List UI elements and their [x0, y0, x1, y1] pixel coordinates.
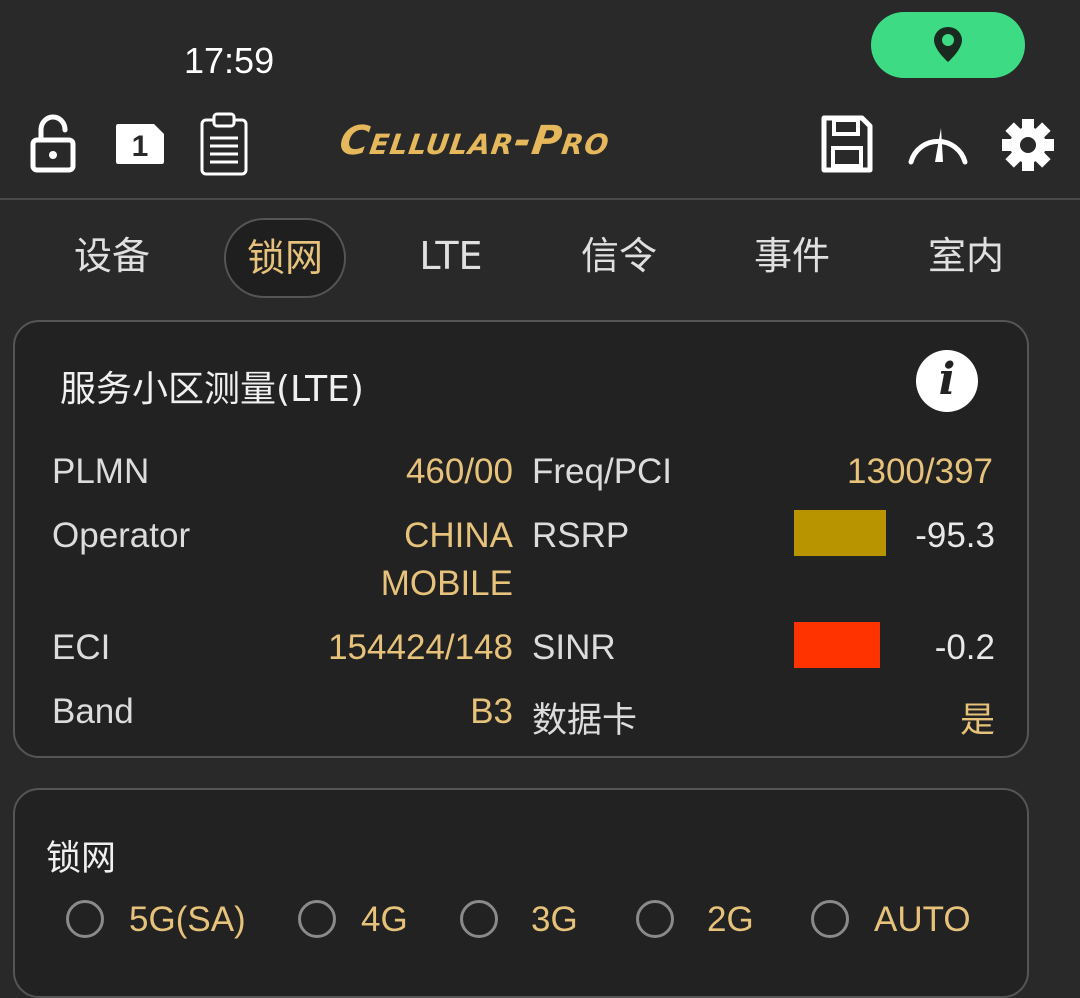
- tab-lte[interactable]: LTE: [392, 218, 510, 294]
- freq-pci-value: 1300/397: [847, 452, 993, 491]
- app-title: Cellular-Pro: [336, 118, 613, 164]
- band-label: Band: [52, 692, 134, 731]
- tab-bar: 设备 锁网 LTE 信令 事件 室内: [0, 218, 1080, 298]
- radio-auto[interactable]: [811, 900, 849, 938]
- freq-pci-label: Freq/PCI: [532, 452, 673, 491]
- rsrp-label: RSRP: [532, 516, 630, 555]
- radio-label-4g[interactable]: 4G: [361, 900, 408, 940]
- plmn-label: PLMN: [52, 452, 150, 491]
- lock-open-icon[interactable]: [30, 114, 76, 178]
- band-value: B3: [470, 692, 513, 731]
- speedometer-icon[interactable]: [906, 122, 970, 170]
- radio-label-auto[interactable]: AUTO: [874, 900, 971, 940]
- radio-2g[interactable]: [636, 900, 674, 938]
- sinr-label: SINR: [532, 628, 616, 667]
- operator-value-line2: MOBILE: [380, 564, 513, 603]
- tab-lock-network[interactable]: 锁网: [224, 218, 346, 298]
- eci-value: 154424/148: [328, 628, 513, 667]
- info-icon[interactable]: i: [916, 350, 978, 412]
- operator-value-line1: CHINA: [404, 516, 513, 555]
- status-bar: 17:59: [0, 0, 1080, 100]
- rsrp-value: -95.3: [915, 516, 995, 555]
- tab-device[interactable]: 设备: [53, 218, 171, 294]
- lock-network-card: 锁网 5G(SA) 4G 3G 2G AUTO: [13, 788, 1029, 998]
- clipboard-icon[interactable]: [199, 112, 249, 180]
- location-pin-icon: [934, 27, 962, 62]
- radio-3g[interactable]: [460, 900, 498, 938]
- data-card-value: 是: [959, 701, 995, 740]
- serving-cell-card: 服务小区测量(LTE) i PLMN 460/00 Operator CHINA…: [13, 320, 1029, 758]
- operator-label: Operator: [52, 516, 191, 555]
- location-indicator[interactable]: [871, 12, 1025, 78]
- radio-label-2g[interactable]: 2G: [707, 900, 754, 940]
- sinr-value: -0.2: [934, 628, 995, 667]
- radio-4g[interactable]: [298, 900, 336, 938]
- eci-label: ECI: [52, 628, 111, 667]
- radio-label-3g[interactable]: 3G: [531, 900, 578, 940]
- rsrp-level-swatch: [794, 510, 886, 556]
- sinr-level-swatch: [794, 622, 880, 668]
- data-card-label: 数据卡: [532, 701, 638, 740]
- tab-signaling[interactable]: 信令: [560, 218, 678, 294]
- lock-network-title: 锁网: [46, 839, 117, 879]
- save-icon[interactable]: [820, 114, 874, 178]
- svg-text:1: 1: [132, 130, 149, 163]
- gear-icon[interactable]: [1001, 118, 1055, 176]
- tab-indoor[interactable]: 室内: [907, 218, 1025, 294]
- app-toolbar: 1 Cellular-Pro: [0, 100, 1080, 200]
- tab-events[interactable]: 事件: [733, 218, 851, 294]
- card-title: 服务小区测量(LTE): [60, 369, 364, 410]
- sim-card-icon[interactable]: 1: [114, 122, 166, 170]
- radio-label-5g-sa[interactable]: 5G(SA): [129, 900, 246, 940]
- plmn-value: 460/00: [405, 452, 513, 491]
- radio-5g-sa[interactable]: [66, 900, 104, 938]
- status-time: 17:59: [184, 40, 275, 81]
